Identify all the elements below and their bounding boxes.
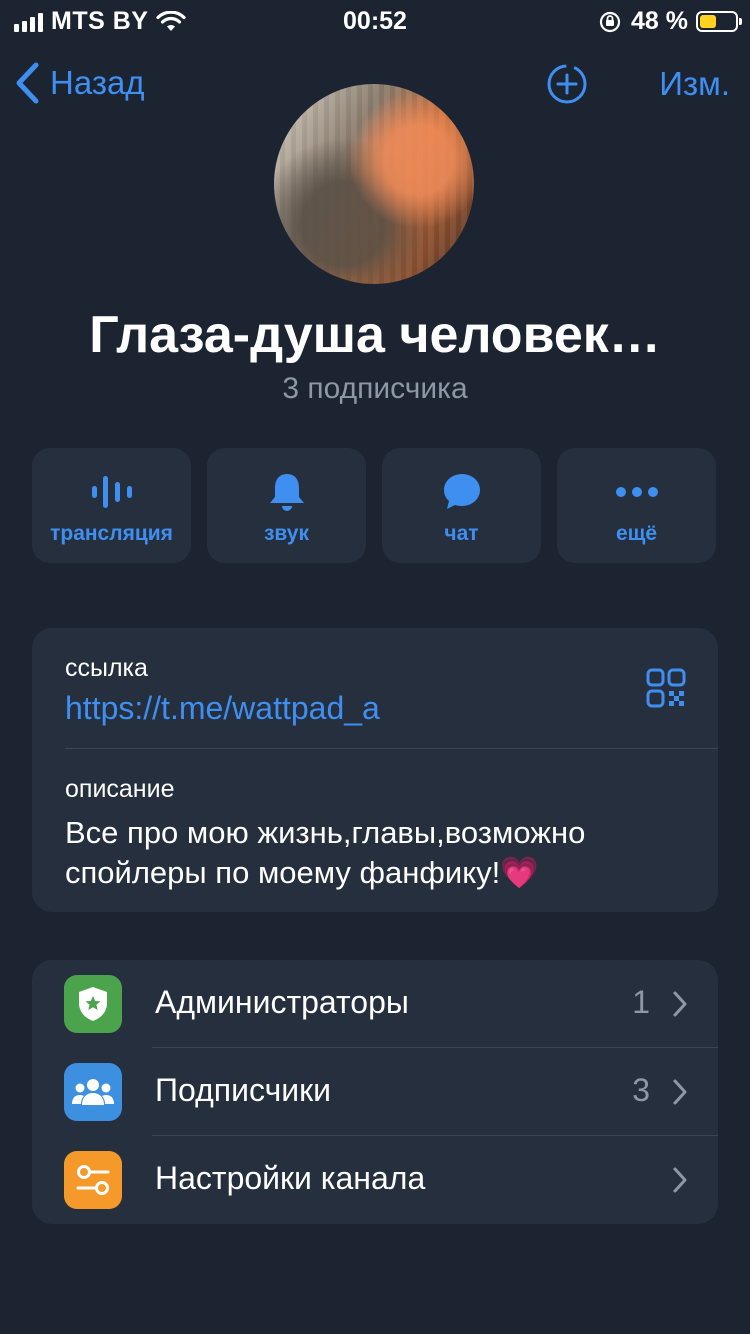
chevron-left-icon [16,62,39,104]
menu-label-channel-settings: Настройки канала [155,1160,426,1196]
channel-link[interactable]: https://t.me/wattpad_a [65,690,380,727]
back-label: Назад [50,64,145,101]
heart-emoji: 💗 [500,855,539,890]
waveform-icon [91,476,132,508]
menu-label-administrators: Администраторы [155,984,409,1020]
menu-icon-bg [64,975,122,1033]
menu-count-administrators: 1 [632,984,650,1020]
info-divider [65,748,718,749]
battery-percent: 48 % [631,7,688,35]
more-dots-icon [615,487,658,497]
people-icon [72,1079,114,1105]
channel-info-screen: MTS BY 00:52 48 % Назад Изм. Глаза-душа … [0,0,750,1334]
menu-icon-bg [64,1063,122,1121]
sliders-icon [76,1165,110,1195]
info-card: ссылка https://t.me/wattpad_a описание В… [32,628,718,912]
channel-avatar[interactable] [274,84,474,284]
chevron-right-icon [673,991,687,1017]
more-button[interactable]: ещё [557,448,716,563]
status-right: 48 % [599,7,742,36]
link-label: ссылка [65,654,148,682]
add-circle-icon[interactable] [546,63,588,105]
menu-count-subscribers: 3 [632,1072,650,1108]
status-bar: MTS BY 00:52 48 % [0,0,750,40]
chat-button[interactable]: чат [382,448,541,563]
menu-item-administrators[interactable]: Администраторы 1 [32,960,718,1048]
chevron-right-icon [673,1167,687,1193]
menu-item-channel-settings[interactable]: Настройки канала [32,1136,718,1224]
sound-button[interactable]: звук [207,448,366,563]
more-label: ещё [615,522,658,545]
edit-button[interactable]: Изм. [659,65,730,103]
back-button[interactable]: Назад [14,61,145,105]
qr-code-icon[interactable] [646,668,686,708]
sound-label: звук [263,522,309,545]
menu-icon-bg [64,1151,122,1209]
action-buttons: трансляция звук чат ещё [32,448,716,563]
chat-label: чат [444,522,479,545]
subscriber-count: 3 подписчика [282,372,468,405]
menu-label-subscribers: Подписчики [155,1072,332,1108]
description-label: описание [65,775,175,803]
channel-title: Глаза-душа человек… [89,306,661,364]
livestream-button[interactable]: трансляция [32,448,191,563]
chat-bubble-icon [443,474,480,509]
menu-item-subscribers[interactable]: Подписчики 3 [32,1048,718,1136]
chevron-right-icon [673,1079,687,1105]
settings-menu: Администраторы 1 Подписчики 3 Настройки … [32,960,718,1224]
livestream-label: трансляция [50,522,173,545]
description-text: Все про мою жизнь,главы,возможно спойлер… [65,813,705,893]
shield-star-icon [79,987,107,1021]
bell-icon [269,474,304,511]
orientation-lock-icon [599,11,621,32]
battery-icon [696,11,742,32]
